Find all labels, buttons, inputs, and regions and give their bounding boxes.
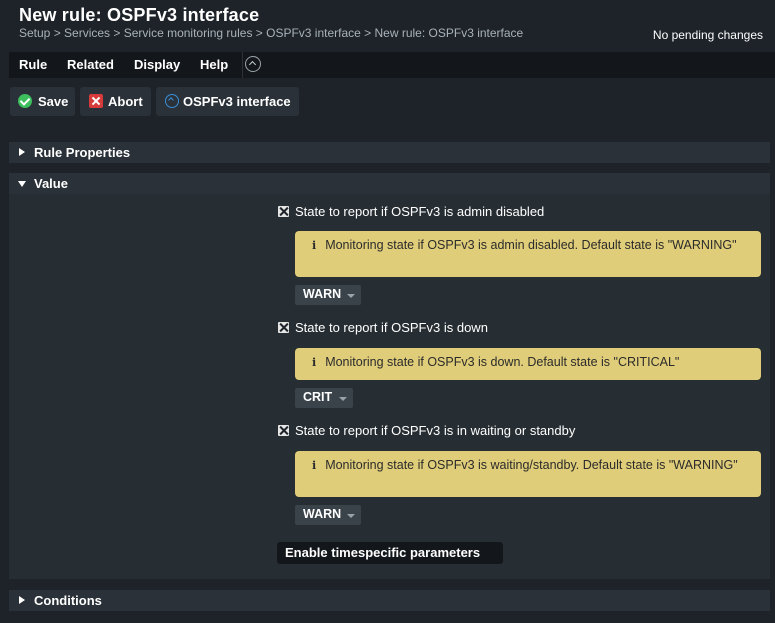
- section-title: Rule Properties: [34, 145, 131, 160]
- abort-x-icon: [89, 94, 103, 108]
- selected-state: WARN: [303, 287, 342, 301]
- save-button[interactable]: Save: [10, 87, 75, 116]
- collapse-menu-icon[interactable]: [245, 56, 261, 72]
- breadcrumb[interactable]: Setup > Services > Service monitoring ru…: [19, 26, 523, 40]
- info-box-admin-disabled: i Monitoring state if OSPFv3 is admin dis…: [295, 231, 761, 277]
- selected-state: WARN: [303, 507, 342, 521]
- info-text: Monitoring state if OSPFv3 is waiting/st…: [325, 458, 738, 472]
- checkbox-down[interactable]: [278, 322, 289, 333]
- page-header: New rule: OSPFv3 interface Setup > Servi…: [0, 0, 775, 50]
- checkbox-admin-disabled[interactable]: [278, 206, 289, 217]
- label-waiting-standby[interactable]: State to report if OSPFv3 is in waiting …: [295, 423, 575, 438]
- menu-help[interactable]: Help: [200, 57, 228, 72]
- menu-rule[interactable]: Rule: [19, 57, 47, 72]
- menu-bar: Rule Related Display Help: [9, 52, 775, 78]
- label-admin-disabled[interactable]: State to report if OSPFv3 is admin disab…: [295, 204, 544, 219]
- chevron-down-icon: [347, 514, 355, 518]
- pending-changes[interactable]: No pending changes: [653, 28, 763, 42]
- info-icon: i: [312, 356, 317, 369]
- info-box-down: i Monitoring state if OSPFv3 is down. Def…: [295, 348, 761, 380]
- page-title: New rule: OSPFv3 interface: [19, 5, 260, 25]
- state-select-waiting-standby[interactable]: WARN: [295, 505, 361, 525]
- state-select-admin-disabled[interactable]: WARN: [295, 285, 361, 305]
- section-title: Value: [34, 176, 68, 191]
- info-icon: i: [312, 459, 317, 472]
- menu-divider: [242, 52, 243, 78]
- expand-triangle-icon: [19, 148, 25, 156]
- chevron-down-icon: [347, 294, 355, 298]
- ospfv3-interface-button[interactable]: OSPFv3 interface: [156, 87, 299, 116]
- info-text: Monitoring state if OSPFv3 is admin disa…: [325, 238, 737, 252]
- state-select-down[interactable]: CRIT: [295, 388, 353, 408]
- collapse-triangle-icon: [18, 181, 26, 187]
- selected-state: CRIT: [303, 390, 333, 404]
- info-text: Monitoring state if OSPFv3 is down. Defa…: [325, 355, 680, 369]
- section-title: Conditions: [34, 593, 102, 608]
- section-value[interactable]: Value: [9, 173, 770, 194]
- checkbox-waiting-standby[interactable]: [278, 425, 289, 436]
- enable-timespecific-button[interactable]: Enable timespecific parameters: [277, 542, 503, 564]
- menu-related[interactable]: Related: [67, 57, 114, 72]
- info-icon: i: [312, 239, 317, 252]
- section-conditions[interactable]: Conditions: [9, 590, 770, 611]
- menu-display[interactable]: Display: [134, 57, 180, 72]
- info-box-waiting-standby: i Monitoring state if OSPFv3 is waiting/s…: [295, 451, 761, 497]
- label-down[interactable]: State to report if OSPFv3 is down: [295, 320, 488, 335]
- save-label: Save: [38, 94, 69, 109]
- abort-label: Abort: [108, 94, 143, 109]
- section-rule-properties[interactable]: Rule Properties: [9, 142, 770, 163]
- expand-triangle-icon: [19, 596, 25, 604]
- back-up-icon: [165, 94, 179, 108]
- save-check-icon: [18, 94, 32, 108]
- abort-button[interactable]: Abort: [80, 87, 151, 116]
- ospfv3-interface-label: OSPFv3 interface: [183, 94, 291, 109]
- chevron-down-icon: [339, 397, 347, 401]
